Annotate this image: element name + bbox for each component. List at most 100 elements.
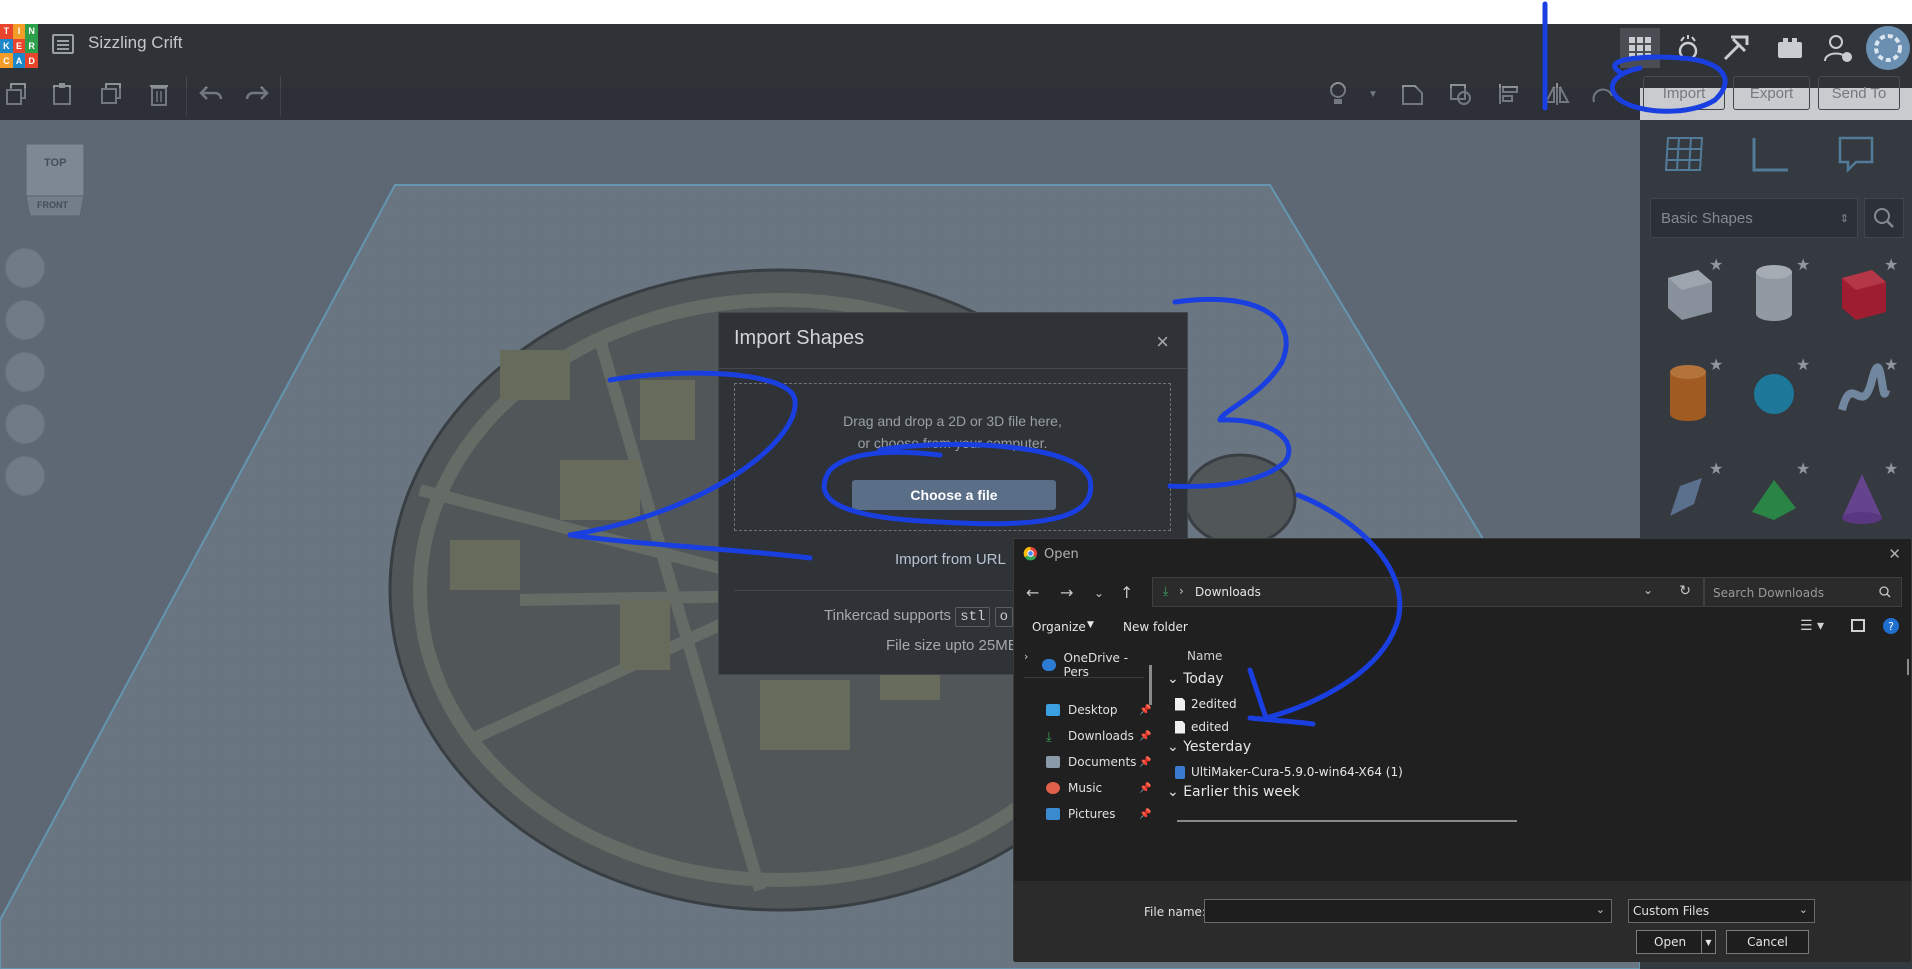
nav-desktop-label: Desktop [1068, 703, 1118, 717]
group-earlier-label: Earlier this week [1183, 784, 1300, 800]
navigation-pane: › OneDrive - Pers Desktop 📌 ⤓ Downloads … [1014, 643, 1154, 882]
nav-scrollbar[interactable] [1149, 665, 1152, 705]
cancel-button[interactable]: Cancel [1726, 930, 1809, 954]
document-title[interactable]: Sizzling Crift [88, 33, 182, 53]
back-arrow-icon[interactable]: ← [1026, 583, 1039, 602]
preview-pane-icon[interactable] [1851, 619, 1865, 632]
logo-letter: R [25, 38, 38, 54]
file-name-label: File name: [1144, 905, 1206, 919]
file-row[interactable]: UltiMaker-Cura-5.9.0-win64-X64 (1) [1175, 765, 1403, 779]
chrome-icon [1023, 546, 1038, 561]
nav-music-label: Music [1068, 781, 1103, 795]
file-size-note: File size upto 25MB [886, 637, 1018, 654]
file-row[interactable]: 2edited [1175, 697, 1237, 711]
desktop-icon [1046, 704, 1060, 716]
logo-letter: T [0, 24, 13, 39]
nav-pictures[interactable]: Pictures [1046, 807, 1116, 821]
drop-zone[interactable]: Drag and drop a 2D or 3D file here, or c… [734, 383, 1171, 531]
forward-arrow-icon[interactable]: → [1060, 583, 1073, 602]
format-badge: o [994, 607, 1013, 627]
group-yesterday[interactable]: ⌄ Yesterday [1167, 739, 1251, 755]
tinkercad-logo[interactable]: T I N K E R C A D [0, 24, 38, 68]
avatar[interactable] [1866, 26, 1910, 70]
logo-letter: D [25, 53, 38, 68]
search-input[interactable]: Search Downloads [1704, 577, 1902, 607]
recent-chevron-icon[interactable]: ⌄ [1094, 586, 1104, 600]
file-name: UltiMaker-Cura-5.9.0-win64-X64 (1) [1191, 765, 1403, 779]
nav-desktop[interactable]: Desktop [1046, 703, 1118, 717]
pin-icon[interactable]: 📌 [1139, 783, 1151, 794]
chevron-down-icon[interactable]: ⌄ [1643, 583, 1653, 597]
search-icon [1879, 586, 1891, 598]
close-icon[interactable]: ✕ [1888, 545, 1901, 563]
path-separator: › [1179, 584, 1184, 598]
help-icon[interactable]: ? [1883, 618, 1899, 634]
open-dropdown-icon[interactable]: ▼ [1701, 931, 1715, 953]
file-name-input[interactable]: ⌄ [1204, 899, 1612, 923]
drop-instructions: Drag and drop a 2D or 3D file here, or c… [735, 410, 1170, 454]
logo-letter: C [0, 53, 13, 68]
open-file-dialog: Open ✕ ← → ⌄ ↑ ⤓ › Downloads ⌄ ↻ Search … [1013, 538, 1912, 962]
command-bar: Organize ▼ New folder ☰ ▾ ? [1014, 611, 1911, 643]
divider [1024, 677, 1144, 678]
design-list-icon[interactable] [52, 34, 74, 54]
up-arrow-icon[interactable]: ↑ [1120, 583, 1133, 602]
logo-letter: K [0, 38, 13, 54]
view-options-icon[interactable]: ☰ ▾ [1800, 618, 1824, 634]
drop-line-1: Drag and drop a 2D or 3D file here, [843, 413, 1062, 429]
app-root: T I N K E R C A D Sizzling Crift ▼ Impor… [0, 0, 1912, 969]
nav-music[interactable]: Music [1046, 781, 1102, 795]
dialog-title: Open [1044, 547, 1079, 562]
group-yesterday-label: Yesterday [1183, 739, 1252, 755]
nav-documents[interactable]: Documents [1046, 755, 1136, 769]
pin-icon[interactable]: 📌 [1139, 809, 1151, 820]
logo-letter: I [12, 24, 26, 39]
path-downloads[interactable]: Downloads [1195, 585, 1261, 599]
choose-file-button[interactable]: Choose a file [852, 480, 1056, 510]
nav-onedrive-label: OneDrive - Pers [1063, 651, 1129, 679]
supported-formats: Tinkercad supports stl o [824, 607, 1013, 627]
close-icon[interactable]: × [1156, 329, 1169, 355]
nav-pictures-label: Pictures [1068, 807, 1116, 821]
file-name: 2edited [1191, 697, 1237, 711]
open-button-label: Open [1654, 935, 1687, 949]
format-badge: stl [955, 607, 991, 627]
vertical-scrollbar[interactable] [1907, 659, 1909, 675]
blocks-icon[interactable] [1770, 28, 1810, 68]
3d-view-icon[interactable] [1620, 28, 1660, 68]
add-user-icon[interactable] [1818, 28, 1858, 68]
pin-icon[interactable]: 📌 [1139, 757, 1151, 768]
nav-downloads[interactable]: ⤓ Downloads [1046, 729, 1134, 745]
pin-icon[interactable]: 📌 [1139, 705, 1151, 716]
chevron-down-icon[interactable]: ⌄ [1596, 903, 1605, 916]
new-folder-button[interactable]: New folder [1123, 620, 1188, 634]
group-today-label: Today [1183, 671, 1224, 687]
horizontal-scrollbar[interactable] [1177, 820, 1517, 822]
supports-text: Tinkercad supports [824, 607, 952, 624]
music-icon [1046, 782, 1060, 794]
drop-line-2: or choose from your computer. [857, 435, 1048, 451]
chevron-down-icon: ▼ [1087, 620, 1094, 630]
group-earlier[interactable]: ⌄ Earlier this week [1167, 784, 1300, 800]
sim-lab-icon[interactable] [1668, 28, 1708, 68]
bricks-icon[interactable] [1716, 28, 1756, 68]
address-bar[interactable]: ⤓ › Downloads ⌄ ↻ [1152, 577, 1704, 607]
refresh-icon[interactable]: ↻ [1679, 583, 1691, 599]
file-type-select[interactable]: Custom Files ⌄ [1628, 899, 1815, 923]
logo-letter: N [25, 24, 38, 39]
app-file-icon [1175, 765, 1185, 779]
column-header-name[interactable]: Name [1187, 649, 1222, 663]
dialog-footer: File name: ⌄ Custom Files ⌄ Open ▼ Cance… [1014, 881, 1911, 962]
top-margin [0, 0, 1912, 24]
nav-onedrive[interactable]: OneDrive - Pers [1042, 651, 1154, 679]
open-button[interactable]: Open ▼ [1636, 930, 1716, 954]
divider [719, 368, 1187, 369]
pin-icon[interactable]: 📌 [1139, 731, 1151, 742]
file-row[interactable]: edited [1175, 720, 1229, 734]
import-from-url-link[interactable]: Import from URL [895, 551, 1006, 568]
group-today[interactable]: ⌄ Today [1167, 671, 1224, 687]
expand-chevron-icon[interactable]: › [1024, 650, 1028, 663]
pictures-icon [1046, 808, 1060, 820]
organize-button[interactable]: Organize [1032, 620, 1086, 634]
file-icon [1175, 720, 1185, 734]
